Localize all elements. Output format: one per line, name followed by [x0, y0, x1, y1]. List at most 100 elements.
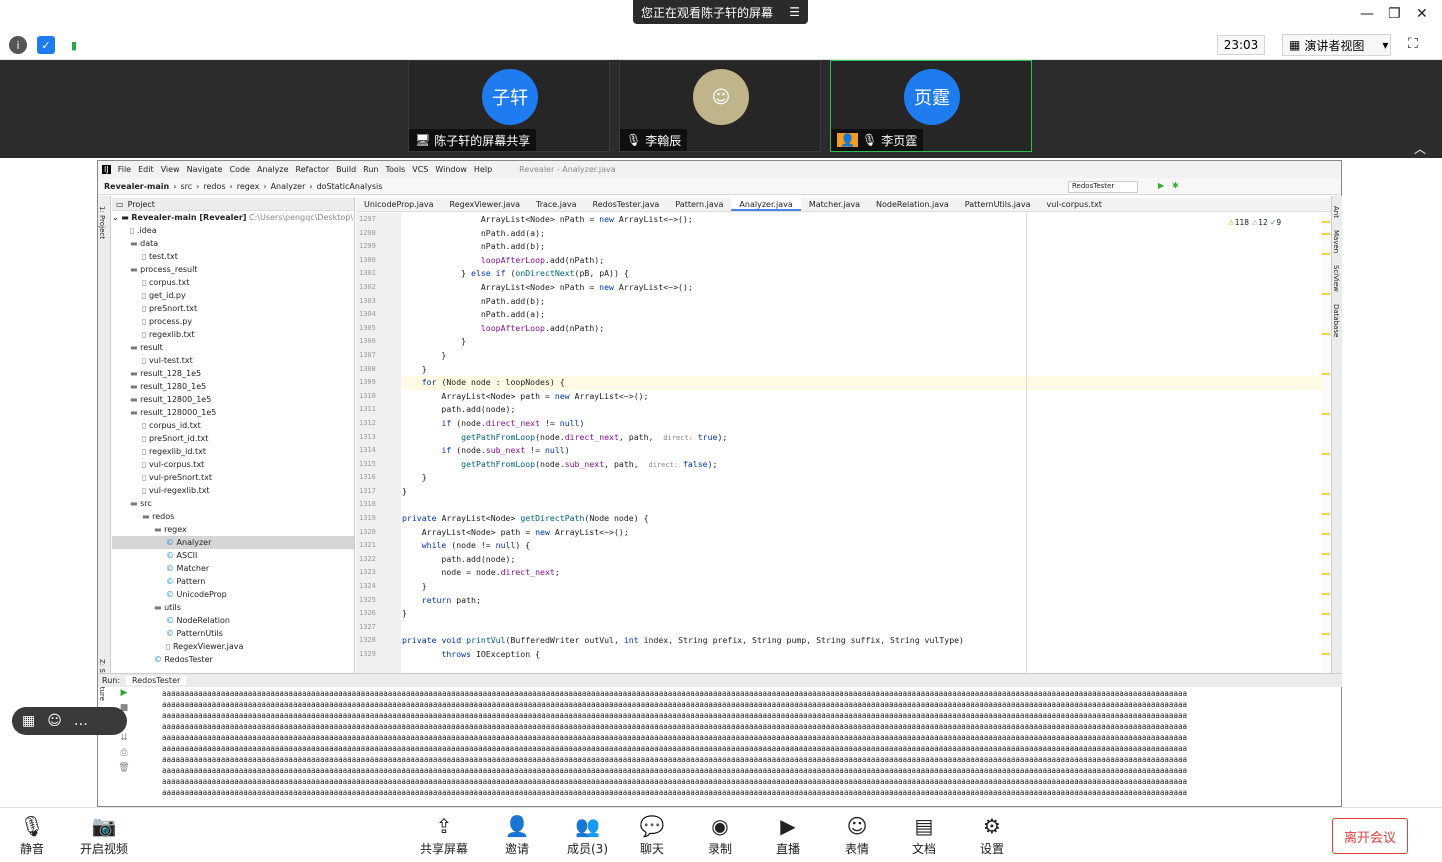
code-line[interactable]: ArrayList<Node> nPath = new ArrayList<~>…: [402, 213, 1322, 227]
code-line[interactable]: throws IOException {: [402, 648, 1322, 662]
code-line[interactable]: } else if (onDirectNext(pB, pA)) {: [402, 267, 1322, 281]
code-line[interactable]: }: [402, 363, 1322, 377]
video-tile-user[interactable]: ☺ 🎙 李翰辰: [619, 60, 821, 152]
code-line[interactable]: [402, 498, 1322, 512]
run-icon[interactable]: ▶: [1158, 181, 1164, 190]
editor-tab[interactable]: UnicodeProp.java: [356, 198, 442, 211]
code-line[interactable]: private void printVul(BufferedWriter out…: [402, 634, 1322, 648]
tree-root[interactable]: ⌄ ▬ Revealer-main [Revealer] C:\Users\pe…: [112, 211, 354, 224]
menu-help[interactable]: Help: [474, 165, 492, 174]
tree-item[interactable]: ▬ result_12800_1e5: [112, 393, 354, 406]
scroll-end-icon[interactable]: ⇊: [120, 733, 128, 743]
menu-window[interactable]: Window: [435, 165, 467, 174]
warning-mark[interactable]: [1322, 653, 1330, 655]
doc-button[interactable]: ▤ 文档: [912, 814, 936, 857]
tree-item[interactable]: ▬ data: [112, 237, 354, 250]
code-line[interactable]: private ArrayList<Node> getDirectPath(No…: [402, 512, 1322, 526]
warning-mark[interactable]: [1322, 513, 1330, 515]
video-tile-share[interactable]: 子轩 🖥 陈子轩的屏幕共享: [408, 60, 610, 152]
code-line[interactable]: node = node.direct_next;: [402, 566, 1322, 580]
code-line[interactable]: }: [402, 335, 1322, 349]
tree-item[interactable]: ▯ RegexViewer.java: [112, 640, 354, 653]
warning-mark[interactable]: [1322, 553, 1330, 555]
tree-item[interactable]: ▬ regex: [112, 523, 354, 536]
warning-mark[interactable]: [1322, 533, 1330, 535]
chat-icon[interactable]: …: [74, 713, 88, 729]
close-icon[interactable]: ✕: [1416, 6, 1428, 22]
tree-item[interactable]: ▬ result_128000_1e5: [112, 406, 354, 419]
tree-item[interactable]: © RedosTester: [112, 653, 354, 666]
warning-mark[interactable]: [1322, 613, 1330, 615]
tree-item[interactable]: © UnicodeProp: [112, 588, 354, 601]
editor-tab[interactable]: Pattern.java: [667, 198, 731, 211]
code-editor[interactable]: ArrayList<Node> nPath = new ArrayList<~>…: [402, 213, 1322, 673]
rerun-icon[interactable]: ▶: [121, 688, 128, 698]
code-line[interactable]: for (Node node : loopNodes) {: [402, 376, 1322, 390]
shield-icon[interactable]: ✓: [37, 36, 55, 54]
warning-mark[interactable]: [1322, 573, 1330, 575]
signal-icon[interactable]: ▮: [65, 36, 83, 54]
code-line[interactable]: getPathFromLoop(node.direct_next, path, …: [402, 431, 1322, 445]
ant-tool-tab[interactable]: Ant: [1332, 206, 1340, 218]
tree-item[interactable]: ▬ result_128_1e5: [112, 367, 354, 380]
editor-tab[interactable]: NodeRelation.java: [868, 198, 957, 211]
sharing-banner[interactable]: 您正在观看陈子轩的屏幕 ☰: [633, 0, 808, 24]
run-config-select[interactable]: RedosTester: [1068, 181, 1138, 193]
minimize-icon[interactable]: —: [1360, 6, 1374, 22]
breadcrumb-item[interactable]: Revealer-main: [104, 182, 169, 191]
trash-icon[interactable]: 🗑: [118, 763, 129, 773]
menu-tools[interactable]: Tools: [386, 165, 406, 174]
editor-tab[interactable]: RegexViewer.java: [442, 198, 528, 211]
tree-item[interactable]: © PatternUtils: [112, 627, 354, 640]
tree-item[interactable]: © Matcher: [112, 562, 354, 575]
editor-tab[interactable]: RedosTester.java: [585, 198, 668, 211]
tree-item[interactable]: ▬ redos: [112, 510, 354, 523]
info-icon[interactable]: i: [9, 36, 27, 54]
code-line[interactable]: }: [402, 607, 1322, 621]
menu-file[interactable]: File: [118, 165, 131, 174]
code-line[interactable]: }: [402, 471, 1322, 485]
editor-tab[interactable]: Matcher.java: [801, 198, 868, 211]
run-tab[interactable]: RedosTester: [126, 676, 187, 685]
warning-mark[interactable]: [1322, 333, 1330, 335]
menu-icon[interactable]: ☰: [789, 5, 800, 19]
code-line[interactable]: return path;: [402, 594, 1322, 608]
error-stripe[interactable]: [1322, 213, 1330, 673]
menu-run[interactable]: Run: [363, 165, 378, 174]
leave-meeting-button[interactable]: 离开会议: [1332, 818, 1408, 854]
apps-icon[interactable]: ▦: [22, 713, 35, 729]
tree-item[interactable]: ▯ .idea: [112, 224, 354, 237]
database-tool-tab[interactable]: Database: [1332, 304, 1340, 337]
code-line[interactable]: nPath.add(b);: [402, 240, 1322, 254]
breadcrumb-item[interactable]: redos: [203, 182, 225, 191]
code-line[interactable]: if (node.sub_next != null): [402, 444, 1322, 458]
editor-tab[interactable]: PatternUtils.java: [957, 198, 1039, 211]
code-line[interactable]: while (node != null) {: [402, 539, 1322, 553]
menu-refactor[interactable]: Refactor: [296, 165, 330, 174]
tree-item[interactable]: ▯ regexlib.txt: [112, 328, 354, 341]
view-mode-dropdown[interactable]: ▦ 演讲者视图 ▾: [1282, 34, 1391, 56]
tree-item[interactable]: ▯ vul-preSnort.txt: [112, 471, 354, 484]
menu-edit[interactable]: Edit: [138, 165, 154, 174]
warning-mark[interactable]: [1322, 593, 1330, 595]
breadcrumb-item[interactable]: regex: [237, 182, 260, 191]
tree-item[interactable]: © Analyzer: [112, 536, 354, 549]
menu-vcs[interactable]: VCS: [412, 165, 428, 174]
invite-button[interactable]: 👤 邀请: [505, 814, 530, 857]
tree-item[interactable]: ▬ utils: [112, 601, 354, 614]
tree-item[interactable]: ▯ vul-regexlib.txt: [112, 484, 354, 497]
fullscreen-icon[interactable]: ⛶: [1408, 36, 1418, 52]
breadcrumb-item[interactable]: Analyzer: [271, 182, 306, 191]
tree-item[interactable]: ▬ result: [112, 341, 354, 354]
run-output[interactable]: aaaaaaaaaaaaaaaaaaaaaaaaaaaaaaaaaaaaaaaa…: [162, 688, 1322, 806]
collapse-strip-icon[interactable]: ︿: [1414, 140, 1426, 157]
tree-item[interactable]: ▯ process.py: [112, 315, 354, 328]
tree-item[interactable]: ▯ regexlib_id.txt: [112, 445, 354, 458]
editor-tab[interactable]: Trace.java: [528, 198, 585, 211]
warning-mark[interactable]: [1322, 633, 1330, 635]
menu-build[interactable]: Build: [336, 165, 356, 174]
tree-item[interactable]: ▬ process_result: [112, 263, 354, 276]
code-line[interactable]: nPath.add(b);: [402, 295, 1322, 309]
code-line[interactable]: path.add(node);: [402, 553, 1322, 567]
warning-mark[interactable]: [1322, 233, 1330, 235]
